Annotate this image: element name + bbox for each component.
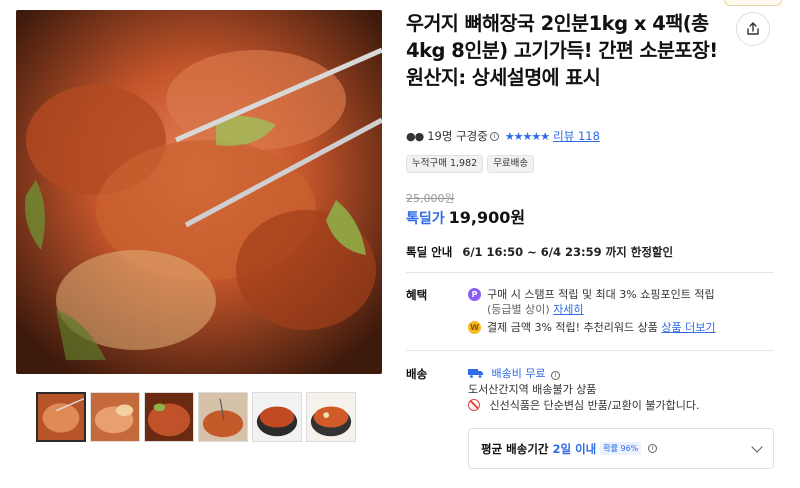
fresh-food-notice: 신선식품은 단순변심 반품/교환이 불가합니다. [489,399,700,412]
deal-label: 톡딜 안내 [406,245,453,259]
coin-p-icon: P [468,288,481,301]
thumbnail-3[interactable] [144,392,194,442]
product-title: 우거지 뼈해장국 2인분1kg x 4팩(총 4kg 8인분) 고기가득! 간편… [406,12,718,89]
info-icon[interactable]: i [489,131,499,141]
benefit-line-2: 결제 금액 3% 적립! 추천리워드 상품 [487,321,658,334]
thumbnail-1[interactable] [36,392,86,442]
avg-delivery-value: 2일 이내 [552,441,597,456]
average-delivery-toggle[interactable]: 평균 배송기간 2일 이내 확률 96% i [468,428,774,469]
shipping-restriction: 도서산간지역 배송불가 상품 [468,383,597,396]
deal-period: 6/1 16:50 ~ 6/4 23:59 까지 한정할인 [462,245,674,259]
probability-badge: 확률 96% [600,442,642,455]
thumbnail-6[interactable] [306,392,356,442]
shipping-label: 배송 [406,367,428,381]
info-icon[interactable]: i [648,444,658,453]
info-icon[interactable]: i [551,371,561,380]
shipping-fee: 배송비 무료 [491,367,546,380]
divider [406,272,774,273]
tag-free-shipping: 무료배송 [487,155,535,173]
thumbnail-4[interactable] [198,392,248,442]
sale-label: 톡딜가 [406,211,445,227]
product-meta: ●● 19명 구경중 i ★★★★★ 리뷰 118 [406,128,600,144]
viewer-count: 19명 구경중 [427,129,488,143]
benefit-details-link[interactable]: 자세히 [553,303,583,316]
benefit-line-1: 구매 시 스탬프 적립 및 최대 3% 쇼핑포인트 적립 [487,288,715,301]
review-link[interactable]: 리뷰 118 [553,128,600,144]
coin-w-icon: W [468,321,481,334]
more-products-link[interactable]: 상품 더보기 [661,321,715,334]
share-icon [747,22,759,35]
benefit-label: 혜택 [406,288,428,302]
truck-icon [468,369,483,378]
eyes-icon: ●● [406,129,424,143]
sale-price: 19,900원 [448,208,526,227]
chevron-down-icon [751,440,763,453]
thumbnail-strip [36,392,356,442]
tag-cumulative-purchase: 누적구매 1,982 [406,155,484,173]
share-button[interactable] [736,12,770,46]
divider [406,350,774,351]
product-tags: 누적구매 1,982 무료배송 [406,155,535,173]
product-main-image [16,10,382,374]
thumbnail-2[interactable] [90,392,140,442]
benefit-line-1-note: (등급별 상이) [487,303,550,316]
thumbnail-5[interactable] [252,392,302,442]
avg-delivery-label: 평균 배송기간 [481,441,549,456]
share-tooltip-edge [724,0,782,6]
deal-info: 톡딜 안내 6/1 16:50 ~ 6/4 23:59 까지 한정할인 [406,244,673,260]
no-entry-icon [468,399,480,411]
sale-price-row: 톡딜가 19,900원 [406,204,525,228]
rating-stars: ★★★★★ [504,129,550,143]
